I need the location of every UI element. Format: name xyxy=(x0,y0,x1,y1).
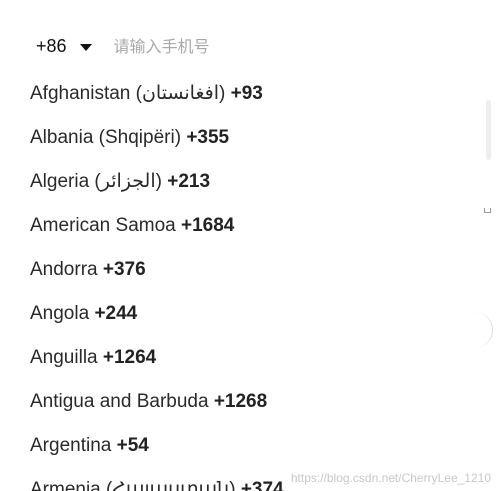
country-dial-code: +1684 xyxy=(181,215,235,236)
country-dial-code: +355 xyxy=(186,127,230,148)
country-name: Anguilla xyxy=(30,347,103,368)
country-option[interactable]: Andorra +376 xyxy=(30,248,146,292)
country-name: Andorra xyxy=(30,259,103,280)
country-option[interactable]: Anguilla +1264 xyxy=(30,336,156,380)
country-name: Albania (Shqipëri) xyxy=(30,127,187,148)
country-name: Afghanistan (افغانستان) xyxy=(30,83,231,104)
country-option[interactable]: Antigua and Barbuda +1268 xyxy=(30,380,267,424)
country-dropdown: Afghanistan (افغانستان) +93 Albania (Shq… xyxy=(0,72,486,491)
country-dial-code: +54 xyxy=(116,435,149,456)
country-dial-code: +244 xyxy=(94,303,138,324)
page: +86 Afghanistan (افغانستان) +93 Albania … xyxy=(0,0,499,491)
country-name: Antigua and Barbuda xyxy=(30,391,214,412)
country-name: Armenia (Հայաստան) xyxy=(30,479,241,491)
country-option[interactable]: Afghanistan (افغانستان) +93 xyxy=(30,72,263,116)
country-dial-code: +1264 xyxy=(102,347,157,368)
country-dial-code: +213 xyxy=(167,171,211,192)
background-bracket-mark xyxy=(484,208,491,213)
phone-number-input[interactable] xyxy=(113,30,314,62)
country-option[interactable]: Angola +244 xyxy=(30,292,137,336)
country-name: Algeria (الجزائر) xyxy=(30,171,168,192)
country-option[interactable]: American Samoa +1684 xyxy=(30,204,234,248)
country-option[interactable]: Argentina +54 xyxy=(30,424,149,468)
country-dial-code: +1268 xyxy=(213,391,268,412)
background-panel-edge xyxy=(486,100,491,160)
country-dial-code: +93 xyxy=(230,83,263,104)
country-name: Argentina xyxy=(30,435,117,456)
country-option[interactable]: Algeria (الجزائر) +213 xyxy=(30,160,210,204)
country-dial-code: +376 xyxy=(102,259,146,280)
background-arc xyxy=(472,312,493,348)
watermark: https://blog.csdn.net/CherryLee_1210 xyxy=(290,471,491,485)
country-code-selector[interactable]: +86 xyxy=(36,30,92,62)
country-option[interactable]: Albania (Shqipëri) +355 xyxy=(30,116,229,160)
country-option[interactable]: Armenia (Հայաստան) +374 xyxy=(30,468,284,491)
caret-down-icon xyxy=(79,43,92,51)
country-code-value: +86 xyxy=(36,35,67,56)
phone-input-row: +86 xyxy=(36,30,314,62)
country-dial-code: +374 xyxy=(240,479,284,491)
country-name: Angola xyxy=(30,303,95,324)
country-name: American Samoa xyxy=(30,215,182,236)
